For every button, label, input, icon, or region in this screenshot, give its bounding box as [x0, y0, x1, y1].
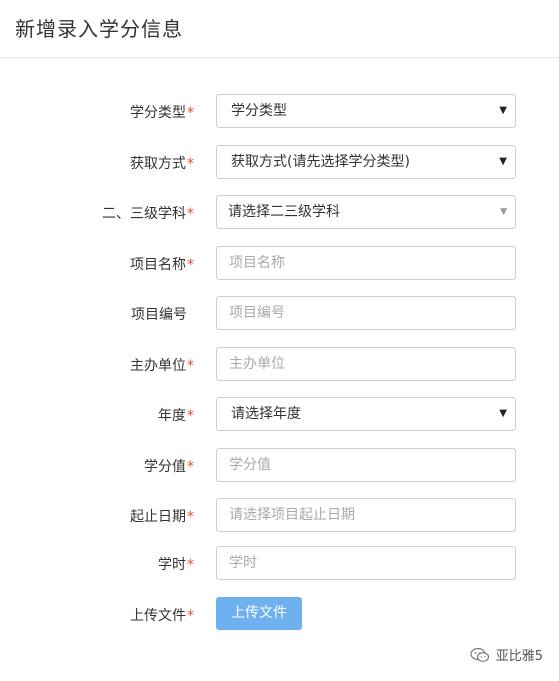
required-mark: * — [187, 358, 194, 374]
required-mark: * — [187, 459, 194, 475]
project-name-label: 项目名称* — [130, 257, 194, 273]
caret-down-icon: ▼ — [499, 105, 507, 116]
project-code-input[interactable]: 项目编号 — [216, 296, 516, 330]
year-value: 请选择年度 — [231, 406, 301, 422]
credit-type-value: 学分类型 — [231, 103, 287, 119]
upload-label: 上传文件* — [130, 608, 194, 624]
project-code-placeholder: 项目编号 — [229, 305, 285, 321]
watermark-text: 亚比雅5 — [495, 649, 543, 664]
year-select[interactable]: 请选择年度 ▼ — [216, 397, 516, 431]
credit-value-placeholder: 学分值 — [229, 457, 271, 473]
watermark: 亚比雅5 — [470, 645, 543, 664]
row-year: 年度* 请选择年度 ▼ — [0, 397, 559, 431]
page-title: 新增录入学分信息 — [15, 17, 183, 41]
row-organizer: 主办单位* 主办单位 — [0, 347, 559, 381]
required-mark: * — [187, 509, 194, 525]
credit-type-select[interactable]: 学分类型 ▼ — [216, 94, 516, 128]
year-label: 年度* — [158, 408, 194, 424]
row-project-name: 项目名称* 项目名称 — [0, 246, 559, 280]
row-upload: 上传文件* 上传文件 — [0, 597, 559, 631]
acquire-method-value: 获取方式(请先选择学分类型) — [231, 154, 410, 170]
row-date-range: 起止日期* 请选择项目起止日期 — [0, 498, 559, 532]
hours-label: 学时* — [158, 557, 194, 573]
date-range-placeholder: 请选择项目起止日期 — [229, 507, 355, 523]
required-mark: * — [187, 156, 194, 172]
acquire-method-select[interactable]: 获取方式(请先选择学分类型) ▼ — [216, 145, 516, 179]
project-name-placeholder: 项目名称 — [229, 255, 285, 271]
upload-file-button[interactable]: 上传文件 — [216, 597, 302, 630]
required-mark: * — [187, 206, 194, 222]
wechat-icon — [470, 647, 489, 662]
credit-value-input[interactable]: 学分值 — [216, 448, 516, 482]
row-project-code: 项目编号 项目编号 — [0, 296, 559, 330]
organizer-label: 主办单位* — [130, 358, 194, 374]
hours-input[interactable]: 学时 — [216, 546, 516, 580]
row-credit-type: 学分类型* 学分类型 ▼ — [0, 94, 559, 128]
subject-value: 请选择二三级学科 — [228, 204, 340, 220]
date-range-input[interactable]: 请选择项目起止日期 — [216, 498, 516, 532]
caret-down-icon: ▼ — [499, 408, 507, 419]
page-header: 新增录入学分信息 — [0, 0, 559, 58]
required-mark: * — [187, 105, 194, 121]
required-mark: * — [187, 557, 194, 573]
required-mark: * — [187, 408, 194, 424]
subject-select[interactable]: 请选择二三级学科 ▼ — [216, 195, 516, 229]
credit-value-label: 学分值* — [144, 459, 194, 475]
row-credit-value: 学分值* 学分值 — [0, 448, 559, 482]
form-page: 新增录入学分信息 学分类型* 学分类型 ▼ 获取方式* 获取方式(请先选择学分类… — [0, 0, 559, 681]
row-subject: 二、三级学科* 请选择二三级学科 ▼ — [0, 195, 559, 229]
project-name-input[interactable]: 项目名称 — [216, 246, 516, 280]
row-hours: 学时* 学时 — [0, 546, 559, 580]
organizer-input[interactable]: 主办单位 — [216, 347, 516, 381]
hours-placeholder: 学时 — [229, 555, 257, 571]
project-code-label: 项目编号 — [131, 307, 187, 323]
required-mark: * — [187, 257, 194, 273]
organizer-placeholder: 主办单位 — [229, 356, 285, 372]
required-mark: * — [187, 608, 194, 624]
credit-type-label: 学分类型* — [130, 105, 194, 121]
caret-down-icon: ▼ — [500, 207, 507, 217]
row-acquire-method: 获取方式* 获取方式(请先选择学分类型) ▼ — [0, 145, 559, 179]
subject-label: 二、三级学科* — [102, 206, 194, 222]
caret-down-icon: ▼ — [499, 156, 507, 167]
acquire-method-label: 获取方式* — [130, 156, 194, 172]
date-range-label: 起止日期* — [130, 509, 194, 525]
